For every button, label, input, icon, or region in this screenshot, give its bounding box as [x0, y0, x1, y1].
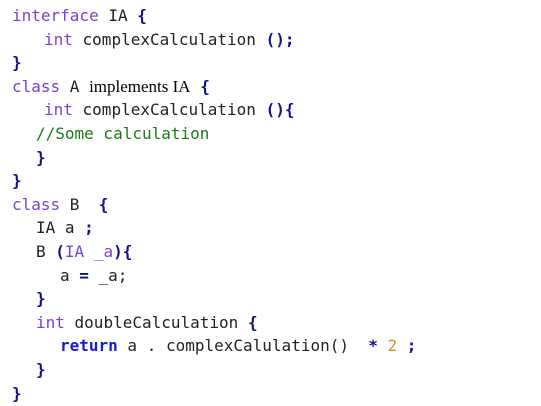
field-declaration: IA a [36, 218, 85, 238]
implements-clause: implements IA [89, 76, 191, 96]
code-line-12: a = _a; [12, 264, 416, 288]
close-brace: } [12, 53, 22, 73]
code-line-14: int doubleCalculation { [12, 311, 416, 335]
keyword-class: class [12, 194, 61, 214]
code-line-11: B (IA _a){ [12, 240, 416, 264]
close-brace: } [36, 359, 46, 379]
constructor-name: B [36, 241, 56, 261]
parens-semicolon: (); [265, 29, 295, 49]
close-brace: } [12, 171, 22, 191]
parens-open-brace: (){ [265, 100, 295, 120]
open-brace: { [247, 312, 258, 332]
assignment-target: a [60, 265, 80, 285]
multiply-operator: * [368, 336, 378, 356]
code-line-4: class A implements IA { [12, 75, 416, 99]
method-call: a . complexCalulation() [117, 336, 369, 356]
number-literal: 2 [377, 336, 398, 356]
close-brace: } [12, 383, 22, 403]
close-paren-brace: ){ [113, 241, 133, 261]
semicolon: ; [397, 336, 417, 356]
open-brace: { [98, 194, 109, 214]
code-line-8: } [12, 169, 416, 193]
code-line-13: } [12, 287, 416, 311]
code-line-7: } [12, 146, 416, 170]
constructor-parameter: IA _a [64, 241, 114, 261]
code-line-16: } [12, 358, 416, 382]
interface-name: IA [98, 6, 138, 25]
method-name: doubleCalculation [64, 312, 248, 332]
code-line-9: class B { [12, 193, 416, 217]
close-brace: } [36, 147, 46, 167]
open-brace: { [137, 6, 147, 25]
code-line-3: } [12, 51, 416, 75]
method-name: complexCalculation [72, 29, 266, 49]
code-comment: //Some calculation [36, 123, 210, 143]
method-name: complexCalculation [72, 100, 266, 120]
keyword-int: int [44, 29, 73, 49]
open-paren: ( [55, 241, 65, 261]
code-line-10: IA a ; [12, 216, 416, 240]
code-line-5: int complexCalculation (){ [12, 98, 416, 122]
open-brace: { [190, 76, 210, 96]
close-brace: } [36, 289, 46, 309]
code-line-17: } [12, 382, 416, 406]
code-block: interface IA { int complexCalculation ()… [12, 4, 416, 405]
keyword-int: int [36, 312, 65, 332]
keyword-interface: interface [12, 6, 99, 25]
class-name: B [60, 194, 99, 214]
code-line-15: return a . complexCalulation() * 2 ; [12, 334, 416, 358]
code-line-6: //Some calculation [12, 122, 416, 146]
code-line-2: int complexCalculation (); [12, 28, 416, 52]
assignment-value: _a; [88, 265, 128, 285]
code-line-1: interface IA { [12, 4, 416, 28]
keyword-class: class [12, 76, 61, 96]
keyword-return: return [60, 336, 118, 356]
keyword-int: int [44, 100, 73, 120]
semicolon: ; [84, 218, 94, 238]
assignment-operator: = [79, 265, 89, 285]
class-name: A [60, 76, 90, 96]
